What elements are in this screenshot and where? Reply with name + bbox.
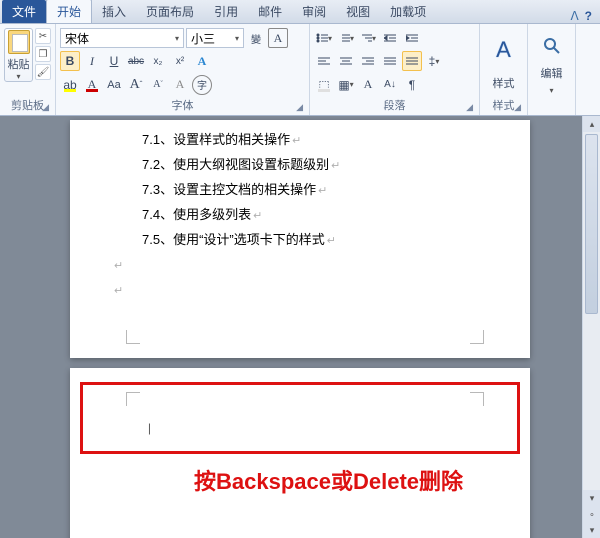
align-right-button[interactable] bbox=[358, 51, 378, 71]
show-marks-button[interactable]: ¶ bbox=[402, 75, 422, 95]
scroll-up-button[interactable]: ▴ bbox=[583, 116, 600, 132]
tab-references[interactable]: 引用 bbox=[204, 0, 248, 23]
doc-line[interactable]: 7.1、设置样式的相关操作↵ bbox=[142, 128, 470, 153]
text-effects-button[interactable]: A bbox=[192, 51, 212, 71]
char-border-button[interactable]: A bbox=[268, 28, 288, 48]
highlight-button[interactable]: ab bbox=[60, 75, 80, 95]
paste-button[interactable]: 粘贴 ▾ bbox=[4, 28, 33, 82]
doc-line[interactable]: 7.2、使用大纲视图设置标题级别↵ bbox=[142, 153, 470, 178]
superscript-button[interactable]: x² bbox=[170, 51, 190, 71]
paste-label: 粘贴 bbox=[8, 56, 30, 72]
scroll-down-button[interactable]: ▾ bbox=[583, 490, 600, 506]
group-clipboard: 粘贴 ▾ ✂ ❐ 🖌 剪贴板◢ bbox=[0, 24, 56, 115]
tab-page-layout[interactable]: 页面布局 bbox=[136, 0, 204, 23]
doc-line[interactable]: 7.4、使用多级列表↵ bbox=[142, 203, 470, 228]
chevron-down-icon[interactable]: ▾ bbox=[235, 34, 239, 43]
tab-review[interactable]: 审阅 bbox=[292, 0, 336, 23]
doc-line[interactable]: 7.3、设置主控文档的相关操作↵ bbox=[142, 178, 470, 203]
group-label-styles: 样式◢ bbox=[484, 96, 523, 115]
shading-button[interactable]: ⬚ bbox=[314, 75, 334, 95]
prev-page-button[interactable]: ∘ bbox=[583, 506, 600, 522]
group-styles: A 样式 样式◢ bbox=[480, 24, 528, 115]
subscript-button[interactable]: x₂ bbox=[148, 51, 168, 71]
help-icon[interactable]: ? bbox=[585, 9, 592, 23]
shrink-font-button[interactable]: Aˇ bbox=[148, 75, 168, 95]
group-paragraph: ▾ ▾ ▾ ‡▾ ⬚ ▦▾ A A↓ ¶ 段落◢ bbox=[310, 24, 480, 115]
next-page-button[interactable]: ▾ bbox=[583, 522, 600, 538]
dialog-launcher-icon[interactable]: ◢ bbox=[296, 102, 303, 113]
font-name-combo[interactable]: 宋体▾ bbox=[60, 28, 184, 48]
styles-button[interactable]: A bbox=[488, 30, 520, 70]
chevron-down-icon[interactable]: ▾ bbox=[175, 34, 179, 43]
group-font: 宋体▾ 小三▾ 變 A B I U abc x₂ x² A ab A Aa Aˆ… bbox=[56, 24, 310, 115]
annotation-box bbox=[80, 382, 520, 454]
grow-font-button[interactable]: Aˆ bbox=[126, 75, 146, 95]
doc-empty-line[interactable]: ↵ bbox=[112, 278, 470, 303]
group-label-clipboard: 剪贴板◢ bbox=[4, 96, 51, 115]
annotation-text: 按Backspace或Delete删除 bbox=[194, 464, 463, 496]
cut-button[interactable]: ✂ bbox=[35, 28, 51, 44]
format-painter-button[interactable]: 🖌 bbox=[35, 64, 51, 80]
document-area[interactable]: 7.1、设置样式的相关操作↵ 7.2、使用大纲视图设置标题级别↵ 7.3、设置主… bbox=[0, 116, 582, 538]
align-justify-button[interactable] bbox=[380, 51, 400, 71]
dialog-launcher-icon[interactable]: ◢ bbox=[466, 102, 473, 113]
enclose-char-button[interactable]: 字 bbox=[192, 75, 212, 95]
underline-button[interactable]: U bbox=[104, 51, 124, 71]
font-size-combo[interactable]: 小三▾ bbox=[186, 28, 244, 48]
increase-indent-button[interactable] bbox=[402, 28, 422, 48]
doc-line[interactable]: 7.5、使用“设计”选项卡下的样式↵ bbox=[142, 228, 470, 253]
group-editing: 编辑 ▾ bbox=[528, 24, 576, 115]
find-button[interactable] bbox=[538, 32, 566, 60]
vertical-scrollbar[interactable]: ▴ ▾ ∘ ▾ bbox=[582, 116, 600, 538]
bold-button[interactable]: B bbox=[60, 51, 80, 71]
strikethrough-button[interactable]: abc bbox=[126, 51, 146, 71]
char-shading-button[interactable]: A bbox=[358, 75, 378, 95]
change-case-button[interactable]: Aa bbox=[104, 75, 124, 95]
bullets-button[interactable]: ▾ bbox=[314, 28, 334, 48]
paste-icon bbox=[8, 30, 30, 54]
multilevel-list-button[interactable]: ▾ bbox=[358, 28, 378, 48]
titlebar-controls: ᐱ ? bbox=[570, 9, 592, 23]
doc-empty-line[interactable]: ↵ bbox=[112, 253, 470, 278]
font-color-button[interactable]: A bbox=[82, 75, 102, 95]
tab-insert[interactable]: 插入 bbox=[92, 0, 136, 23]
italic-button[interactable]: I bbox=[82, 51, 102, 71]
scroll-thumb[interactable] bbox=[585, 134, 598, 314]
page-1[interactable]: 7.1、设置样式的相关操作↵ 7.2、使用大纲视图设置标题级别↵ 7.3、设置主… bbox=[70, 120, 530, 358]
line-spacing-button[interactable]: ‡▾ bbox=[424, 51, 444, 71]
tab-home[interactable]: 开始 bbox=[46, 0, 92, 23]
group-label-editing bbox=[532, 100, 571, 115]
dialog-launcher-icon[interactable]: ◢ bbox=[514, 102, 521, 113]
align-left-button[interactable] bbox=[314, 51, 334, 71]
styles-label: 样式 bbox=[484, 75, 523, 91]
align-center-button[interactable] bbox=[336, 51, 356, 71]
editing-label: 编辑 bbox=[532, 65, 571, 81]
dialog-launcher-icon[interactable]: ◢ bbox=[42, 102, 49, 113]
decrease-indent-button[interactable] bbox=[380, 28, 400, 48]
chevron-down-icon[interactable]: ▾ bbox=[532, 86, 571, 95]
phonetic-guide-button[interactable]: 變 bbox=[246, 28, 266, 48]
sort-button[interactable]: A↓ bbox=[380, 75, 400, 95]
copy-button[interactable]: ❐ bbox=[35, 46, 51, 62]
page-2[interactable]: | 按Backspace或Delete删除 bbox=[70, 368, 530, 538]
page-corner-icon bbox=[470, 330, 484, 344]
numbering-button[interactable]: ▾ bbox=[336, 28, 356, 48]
tab-addins[interactable]: 加载项 bbox=[380, 0, 436, 23]
minimize-ribbon-icon[interactable]: ᐱ bbox=[570, 9, 578, 23]
tab-view[interactable]: 视图 bbox=[336, 0, 380, 23]
group-label-font: 字体◢ bbox=[60, 96, 305, 115]
group-label-paragraph: 段落◢ bbox=[314, 96, 475, 115]
borders-button[interactable]: ▦▾ bbox=[336, 75, 356, 95]
chevron-down-icon[interactable]: ▾ bbox=[16, 72, 20, 81]
ribbon: 粘贴 ▾ ✂ ❐ 🖌 剪贴板◢ 宋体▾ 小三▾ 變 A B I U abc x₂… bbox=[0, 24, 600, 116]
tab-file[interactable]: 文件 bbox=[2, 0, 46, 23]
clear-format-button[interactable]: A bbox=[170, 75, 190, 95]
distribute-button[interactable] bbox=[402, 51, 422, 71]
tab-mail[interactable]: 邮件 bbox=[248, 0, 292, 23]
ribbon-tabs: 文件 开始 插入 页面布局 引用 邮件 审阅 视图 加载项 ᐱ ? bbox=[0, 0, 600, 24]
page-corner-icon bbox=[126, 330, 140, 344]
